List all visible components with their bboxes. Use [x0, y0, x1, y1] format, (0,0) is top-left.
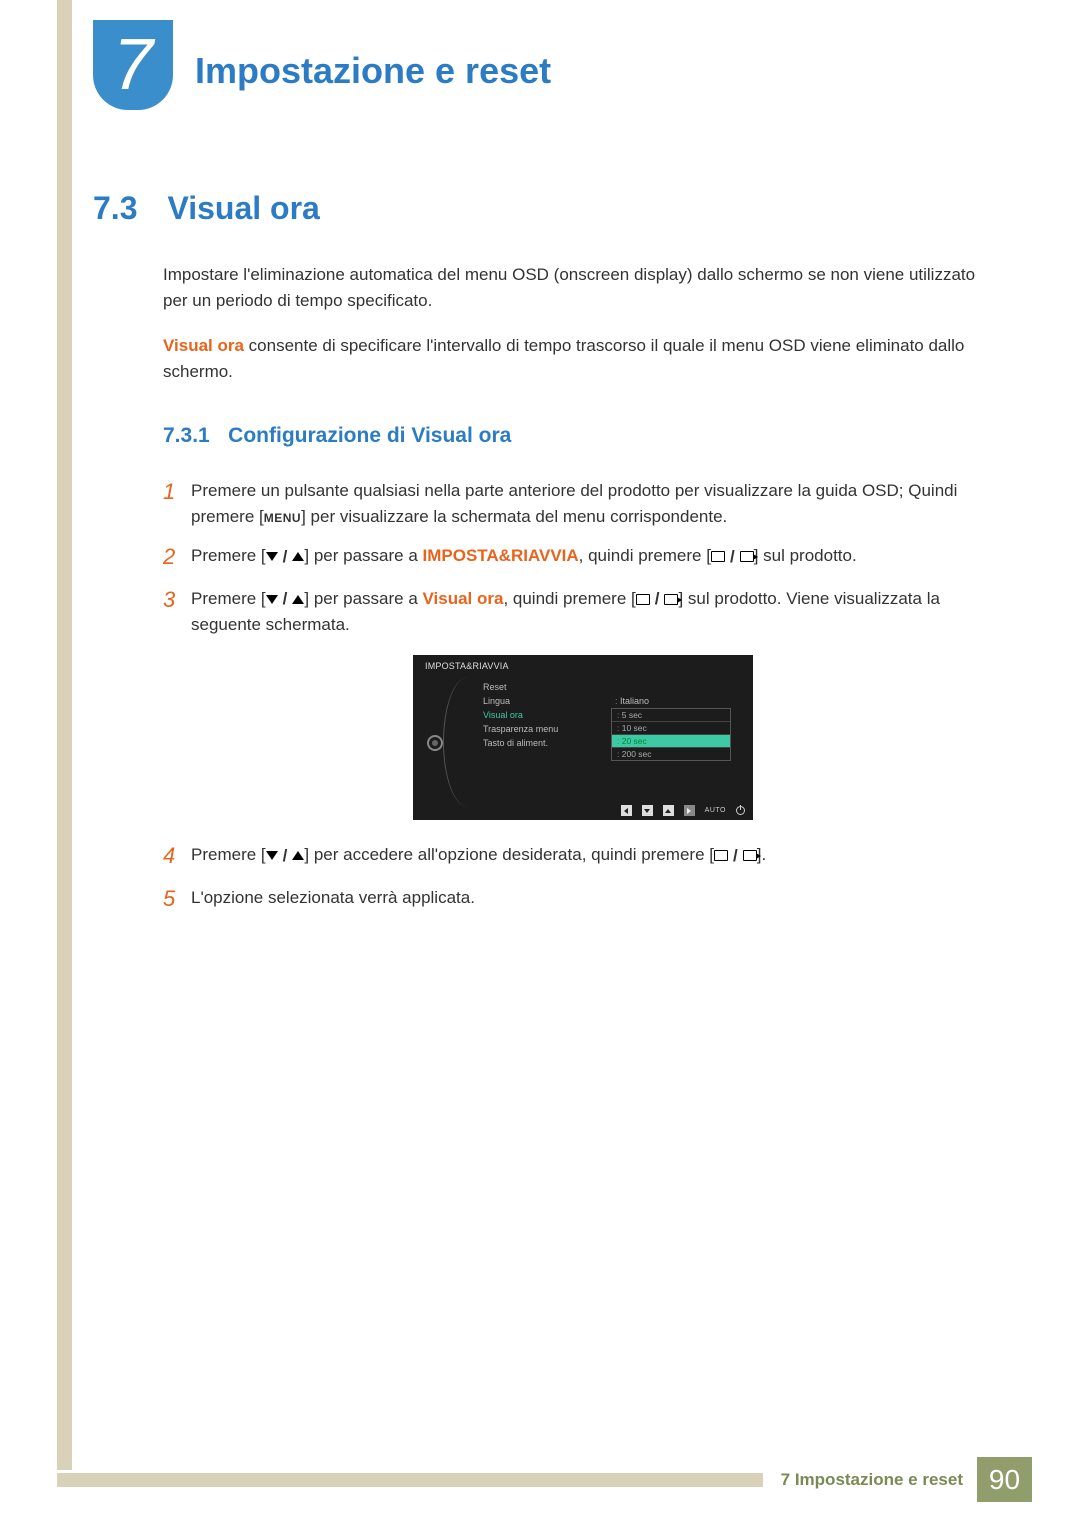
step-text: Premere un pulsante qualsiasi nella part… — [191, 478, 1003, 529]
osd-option-selected: : 20 sec — [612, 735, 730, 748]
footer-bar — [57, 1473, 763, 1487]
osd-item: Trasparenza menu — [483, 722, 603, 736]
osd-option: : 10 sec — [612, 722, 730, 735]
down-up-icon: / — [266, 843, 305, 869]
select-icon: / — [711, 544, 754, 570]
step-text: L'opzione selezionata verrà applicata. — [191, 885, 1003, 911]
osd-option: : 200 sec — [612, 748, 730, 760]
step-1: 1 Premere un pulsante qualsiasi nella pa… — [163, 478, 1003, 529]
osd-footer: AUTO — [621, 805, 745, 816]
up-icon — [663, 805, 674, 816]
chapter-number: 7 — [113, 24, 153, 106]
down-up-icon: / — [266, 586, 305, 612]
osd-option: : 5 sec — [612, 709, 730, 722]
select-icon: / — [714, 843, 757, 869]
step-number: 4 — [163, 842, 191, 871]
step-text: Premere [/] per passare a Visual ora, qu… — [191, 586, 1003, 638]
footer-label: 7 Impostazione e reset — [781, 1470, 963, 1490]
osd-item: Tasto di aliment. — [483, 736, 603, 750]
step-text: Premere [/] per passare a IMPOSTA&RIAVVI… — [191, 543, 1003, 569]
menu-key: MENU — [264, 511, 301, 525]
step-number: 2 — [163, 543, 191, 572]
section-title: Visual ora — [167, 190, 319, 226]
osd-item: Lingua — [483, 694, 603, 708]
osd-title: IMPOSTA&RIAVVIA — [425, 661, 509, 671]
subsection-title: Configurazione di Visual ora — [228, 424, 511, 447]
osd-item-active: Visual ora — [483, 708, 603, 722]
sidebar-stripe — [57, 0, 72, 1470]
osd-values: : Italiano : 5 sec : 10 sec : 20 sec : 2… — [611, 680, 731, 761]
chapter-title: Impostazione e reset — [195, 50, 551, 92]
target-bold: IMPOSTA&RIAVVIA — [423, 546, 579, 565]
auto-label: AUTO — [705, 807, 726, 814]
step-number: 1 — [163, 478, 191, 507]
left-icon — [621, 805, 632, 816]
down-up-icon: / — [266, 544, 305, 570]
intro-paragraph-1: Impostare l'eliminazione automatica del … — [163, 262, 1003, 313]
section-number: 7.3 — [93, 190, 163, 227]
osd-menu-list: Reset Lingua Visual ora Trasparenza menu… — [483, 680, 603, 750]
gear-icon — [427, 735, 443, 751]
page-footer: 7 Impostazione e reset 90 — [57, 1457, 1032, 1502]
content: 7.3 Visual ora Impostare l'eliminazione … — [93, 190, 1003, 928]
intro-paragraph-2: Visual ora consente di specificare l'int… — [163, 333, 1003, 384]
osd-screenshot: IMPOSTA&RIAVVIA Reset Lingua Visual ora … — [413, 655, 753, 820]
step-text: Premere [/] per accedere all'opzione des… — [191, 842, 1003, 868]
down-icon — [642, 805, 653, 816]
subsection-number: 7.3.1 — [163, 424, 210, 447]
intro2-rest: consente di specificare l'intervallo di … — [163, 336, 964, 381]
chapter-tab: 7 — [93, 20, 173, 110]
step-number: 5 — [163, 885, 191, 914]
right-icon — [684, 805, 695, 816]
page-number: 90 — [977, 1457, 1032, 1502]
step-2: 2 Premere [/] per passare a IMPOSTA&RIAV… — [163, 543, 1003, 572]
step-5: 5 L'opzione selezionata verrà applicata. — [163, 885, 1003, 914]
power-icon — [736, 806, 745, 815]
select-icon: / — [636, 586, 679, 612]
step-4: 4 Premere [/] per accedere all'opzione d… — [163, 842, 1003, 871]
step-3: 3 Premere [/] per passare a Visual ora, … — [163, 586, 1003, 638]
step-number: 3 — [163, 586, 191, 615]
target-bold: Visual ora — [423, 589, 504, 608]
osd-options: : 5 sec : 10 sec : 20 sec : 200 sec — [611, 708, 731, 761]
osd-item: Reset — [483, 680, 603, 694]
intro2-bold: Visual ora — [163, 336, 244, 355]
